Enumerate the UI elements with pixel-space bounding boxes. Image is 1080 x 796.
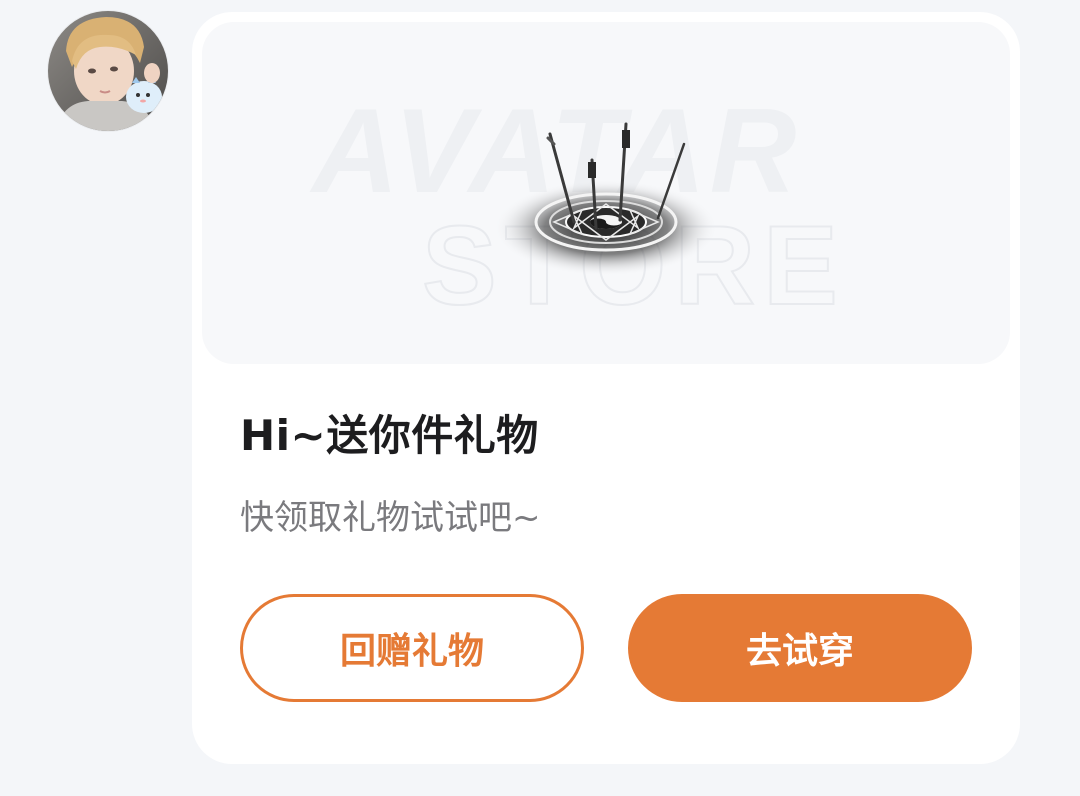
return-gift-button[interactable]: 回赠礼物: [240, 594, 584, 702]
gift-item-preview: AVATAR STORE: [309, 84, 839, 329]
gift-title: Hi~送你件礼物: [240, 411, 539, 460]
gift-subtitle: 快领取礼物试试吧~: [240, 498, 541, 538]
user-avatar-photo-icon: [48, 11, 168, 131]
try-on-button[interactable]: 去试穿: [628, 594, 972, 702]
sender-avatar[interactable]: [48, 11, 168, 131]
chat-page: AVATAR STORE: [0, 0, 1080, 796]
gift-banner[interactable]: AVATAR STORE: [202, 22, 1010, 364]
gift-message-card[interactable]: AVATAR STORE: [192, 12, 1020, 764]
